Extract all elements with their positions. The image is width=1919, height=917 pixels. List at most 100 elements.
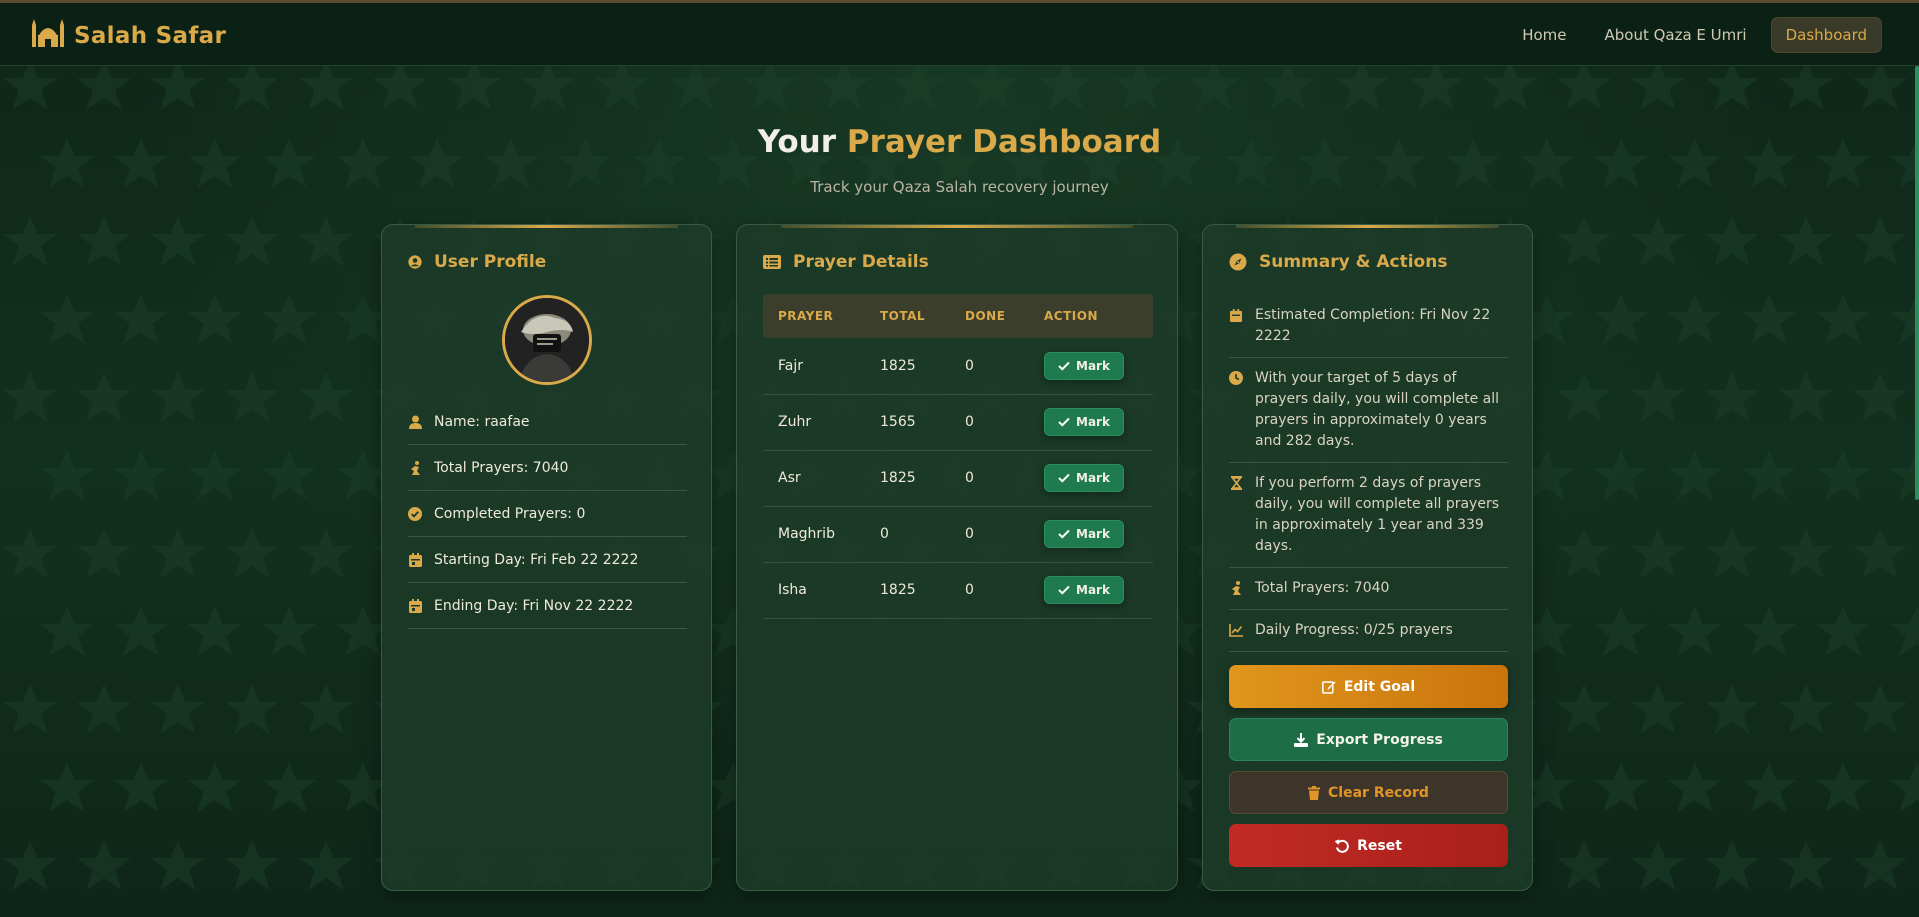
brand-name: Salah Safar [74, 23, 227, 49]
prayer-name: Maghrib [763, 506, 865, 563]
avatar [502, 295, 592, 385]
prayer-total: 1825 [865, 562, 950, 619]
prayer-done: 0 [950, 450, 1029, 507]
hourglass-icon [1229, 476, 1243, 490]
col-total: TOTAL [865, 294, 950, 338]
compass-icon [1229, 253, 1247, 271]
table-row: Zuhr 1565 0 Mark [763, 394, 1153, 451]
nav-dashboard[interactable]: Dashboard [1770, 17, 1882, 53]
praying-person-icon [1229, 581, 1243, 595]
action-buttons: Edit Goal Export Progress Clear Record R… [1229, 665, 1508, 867]
clock-icon [1229, 371, 1243, 385]
summary-title: Summary & Actions [1259, 252, 1448, 272]
profile-total-prayers: Total Prayers: 7040 [408, 445, 687, 491]
prayer-total: 1825 [865, 338, 950, 395]
clear-record-button[interactable]: Clear Record [1229, 771, 1508, 814]
check-circle-icon [408, 506, 422, 521]
edit-goal-button[interactable]: Edit Goal [1229, 665, 1508, 708]
clear-record-label: Clear Record [1328, 784, 1429, 801]
page-title-accent: Prayer Dashboard [846, 124, 1162, 160]
mark-button-maghrib[interactable]: Mark [1044, 520, 1124, 548]
mark-label: Mark [1076, 471, 1110, 485]
check-icon [1058, 585, 1070, 595]
download-icon [1294, 732, 1309, 747]
prayer-name: Asr [763, 450, 865, 507]
summary-estimated-completion: Estimated Completion: Fri Nov 22 2222 [1229, 295, 1508, 358]
mark-button-isha[interactable]: Mark [1044, 576, 1124, 604]
profile-title: User Profile [434, 252, 547, 272]
nav-home[interactable]: Home [1508, 18, 1580, 52]
user-profile-card: User Profile Name: raafae Total Prayers:… [381, 224, 712, 891]
calendar-icon [408, 598, 422, 613]
table-row: Asr 1825 0 Mark [763, 450, 1153, 507]
brand[interactable]: Salah Safar [30, 19, 226, 53]
check-icon [1058, 473, 1070, 483]
export-progress-label: Export Progress [1316, 731, 1443, 748]
prayer-details-card: Prayer Details PRAYER TOTAL DONE ACTION … [736, 224, 1178, 891]
table-header-row: PRAYER TOTAL DONE ACTION [763, 294, 1153, 338]
chart-line-icon [1229, 623, 1243, 637]
prayer-table: PRAYER TOTAL DONE ACTION Fajr 1825 0 Mar… [763, 294, 1153, 619]
mosque-icon [30, 19, 66, 53]
calendar-icon [408, 552, 422, 567]
mark-button-asr[interactable]: Mark [1044, 464, 1124, 492]
prayer-done: 0 [950, 338, 1029, 395]
mark-label: Mark [1076, 583, 1110, 597]
table-row: Maghrib 0 0 Mark [763, 506, 1153, 563]
navbar: Salah Safar Home About Qaza E Umri Dashb… [0, 3, 1919, 66]
check-icon [1058, 529, 1070, 539]
card-title: Prayer Details [763, 252, 929, 272]
user-icon [408, 415, 422, 429]
prayer-total: 0 [865, 506, 950, 563]
profile-starting-day: Starting Day: Fri Feb 22 2222 [408, 537, 687, 583]
profile-completed-prayers: Completed Prayers: 0 [408, 491, 687, 537]
list-icon [763, 255, 781, 269]
summary-target-estimate: With your target of 5 days of prayers da… [1229, 358, 1508, 463]
card-title: User Profile [408, 252, 546, 272]
prayer-done: 0 [950, 394, 1029, 451]
undo-icon [1335, 838, 1349, 853]
calendar-icon [1229, 308, 1243, 322]
profile-name: Name: raafae [408, 399, 687, 445]
mark-button-fajr[interactable]: Mark [1044, 351, 1124, 380]
nav-about-qaza-e-umri[interactable]: About Qaza E Umri [1590, 18, 1760, 52]
reset-button[interactable]: Reset [1229, 824, 1508, 867]
profile-list: Name: raafae Total Prayers: 7040 Complet… [408, 399, 687, 629]
prayer-done: 0 [950, 506, 1029, 563]
card-title: Summary & Actions [1229, 252, 1447, 272]
edit-icon [1321, 680, 1336, 694]
table-row: Fajr 1825 0 Mark [763, 338, 1153, 395]
profile-ending-day: Ending Day: Fri Nov 22 2222 [408, 583, 687, 629]
col-prayer: PRAYER [763, 294, 865, 338]
prayer-name: Fajr [763, 338, 865, 395]
prayer-total: 1565 [865, 394, 950, 451]
check-icon [1058, 361, 1070, 371]
mark-button-zuhr[interactable]: Mark [1044, 408, 1124, 436]
page-title-plain: Your [757, 124, 837, 160]
summary-total-prayers: Total Prayers: 7040 [1229, 568, 1508, 610]
prayer-name: Zuhr [763, 394, 865, 451]
table-row: Isha 1825 0 Mark [763, 562, 1153, 619]
main-nav: Home About Qaza E Umri Dashboard [1508, 17, 1882, 53]
trash-icon [1308, 785, 1321, 800]
prayer-total: 1825 [865, 450, 950, 507]
scrollbar[interactable] [1915, 66, 1919, 500]
summary-list: Estimated Completion: Fri Nov 22 2222 Wi… [1229, 295, 1508, 652]
mark-label: Mark [1076, 358, 1110, 373]
reset-label: Reset [1357, 837, 1402, 854]
prayer-done: 0 [950, 562, 1029, 619]
col-action: ACTION [1029, 294, 1153, 338]
page-subtitle: Track your Qaza Salah recovery journey [810, 178, 1109, 196]
prayer-name: Isha [763, 562, 865, 619]
page-title: Your Prayer Dashboard [0, 124, 1919, 160]
praying-person-icon [408, 460, 422, 475]
summary-actions-card: Summary & Actions Estimated Completion: … [1202, 224, 1533, 891]
export-progress-button[interactable]: Export Progress [1229, 718, 1508, 761]
mark-label: Mark [1076, 415, 1110, 429]
check-icon [1058, 417, 1070, 427]
mark-label: Mark [1076, 527, 1110, 541]
user-circle-icon [408, 255, 422, 269]
edit-goal-label: Edit Goal [1343, 678, 1416, 695]
prayer-details-title: Prayer Details [793, 252, 929, 272]
summary-alternate-estimate: If you perform 2 days of prayers daily, … [1229, 463, 1508, 568]
